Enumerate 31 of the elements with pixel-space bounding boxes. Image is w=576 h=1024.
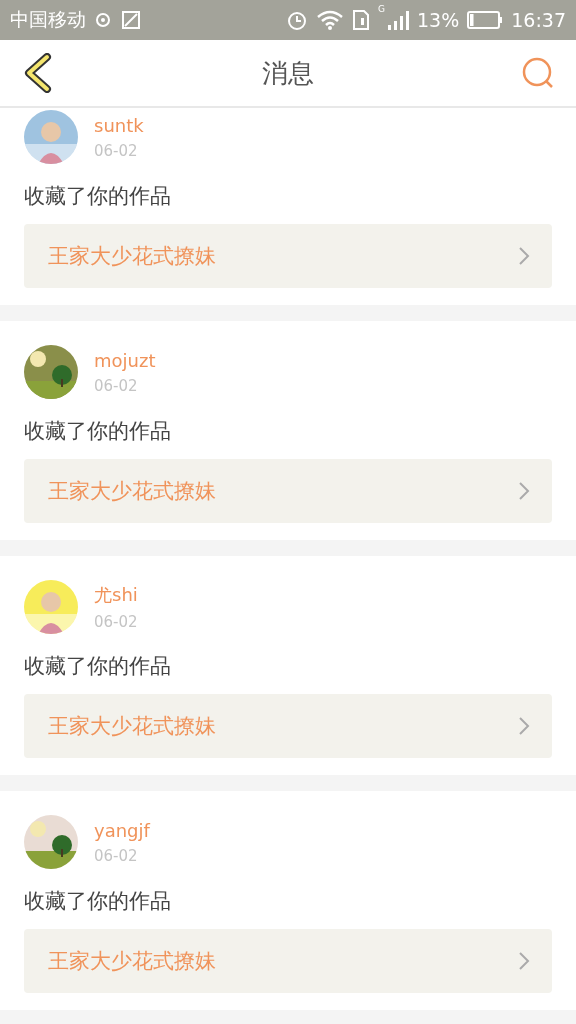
user-name[interactable]: mojuzt xyxy=(94,349,156,371)
message-text: 收藏了你的作品 xyxy=(24,418,172,445)
network-type: G xyxy=(378,4,385,14)
battery-percent: 13% xyxy=(417,9,460,31)
message-text: 收藏了你的作品 xyxy=(24,183,172,210)
image-icon xyxy=(122,11,140,29)
work-link[interactable]: 王家大少花式撩妹 xyxy=(24,224,552,288)
work-link[interactable]: 王家大少花式撩妹 xyxy=(24,929,552,993)
user-name[interactable]: 尤shi xyxy=(94,583,138,607)
sim-icon xyxy=(352,9,370,31)
signal-icon xyxy=(387,9,409,31)
battery-icon xyxy=(467,11,504,29)
user-name[interactable]: yangjf xyxy=(94,819,150,841)
page-title: 消息 xyxy=(262,56,314,90)
chevron-right-icon xyxy=(518,716,530,736)
work-link[interactable]: 王家大少花式撩妹 xyxy=(24,694,552,758)
user-name[interactable]: suntk xyxy=(94,114,144,136)
message-text: 收藏了你的作品 xyxy=(24,888,172,915)
wifi-icon xyxy=(316,9,344,31)
chevron-right-icon xyxy=(518,951,530,971)
clock: 16:37 xyxy=(511,9,566,31)
alarm-icon xyxy=(286,9,308,31)
message-date: 06-02 xyxy=(94,376,139,395)
message-date: 06-02 xyxy=(94,141,139,160)
message-date: 06-02 xyxy=(94,846,139,865)
message-text: 收藏了你的作品 xyxy=(24,653,172,680)
work-link[interactable]: 王家大少花式撩妹 xyxy=(24,459,552,523)
chevron-right-icon xyxy=(518,481,530,501)
chevron-right-icon xyxy=(518,246,530,266)
carrier-name: 中国移动 xyxy=(10,7,86,32)
message-date: 06-02 xyxy=(94,613,138,631)
